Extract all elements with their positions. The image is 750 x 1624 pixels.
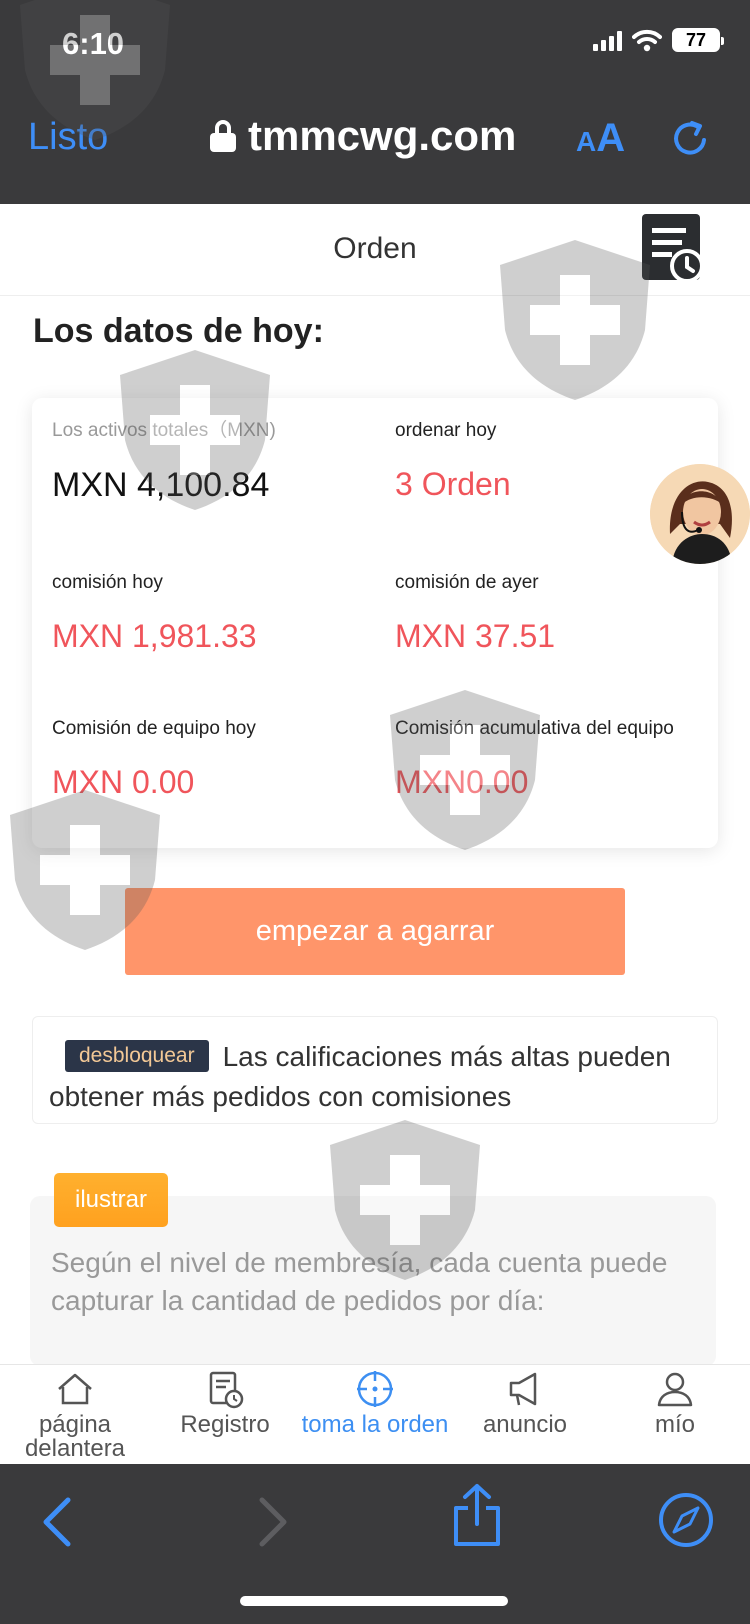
forward-icon[interactable] bbox=[252, 1494, 292, 1550]
unlock-notice-body: desbloquear Las calificaciones más altas … bbox=[49, 1037, 701, 1117]
stat-value: 3 Orden bbox=[395, 466, 511, 502]
tab-label: Registro bbox=[180, 1411, 270, 1438]
tab-record[interactable]: Registro bbox=[150, 1365, 300, 1464]
stats-card: Los activos totales（MXN) MXN 4,100.84 or… bbox=[32, 398, 718, 848]
stat-commission-yesterday: comisión de ayer MXN 37.51 bbox=[395, 570, 555, 655]
done-button[interactable]: Listo bbox=[28, 116, 108, 159]
unlock-notice: desbloquear Las calificaciones más altas … bbox=[32, 1016, 718, 1124]
tab-take-order[interactable]: toma la orden bbox=[300, 1365, 450, 1464]
battery-icon: 77 bbox=[672, 28, 724, 52]
order-history-icon[interactable] bbox=[642, 214, 704, 284]
user-icon bbox=[657, 1372, 693, 1407]
start-grabbing-button[interactable]: empezar a agarrar bbox=[125, 888, 625, 975]
unlock-badge[interactable]: desbloquear bbox=[65, 1040, 209, 1072]
url-bar[interactable]: tmmcwg.com bbox=[210, 112, 516, 160]
stat-orders-today: ordenar hoy 3 Orden bbox=[395, 418, 511, 503]
wifi-icon bbox=[632, 29, 662, 52]
crosshair-icon bbox=[357, 1371, 393, 1407]
tab-label: toma la orden bbox=[301, 1411, 449, 1438]
bottom-tab-bar: página delantera Registro toma la orden … bbox=[0, 1364, 750, 1464]
compass-icon[interactable] bbox=[656, 1490, 716, 1550]
status-icons: 77 bbox=[593, 28, 724, 52]
share-icon[interactable] bbox=[450, 1482, 504, 1548]
tab-mine[interactable]: mío bbox=[600, 1365, 750, 1464]
stat-value: MXN 4,100.84 bbox=[52, 466, 270, 504]
stat-value: MXN 37.51 bbox=[395, 618, 556, 654]
stat-label: Comisión de equipo hoy bbox=[52, 718, 256, 739]
reload-icon[interactable] bbox=[668, 116, 712, 160]
status-time: 6:10 bbox=[62, 26, 125, 61]
section-title: Los datos de hoy: bbox=[33, 312, 324, 350]
illustrate-badge: ilustrar bbox=[54, 1173, 168, 1227]
back-icon[interactable] bbox=[38, 1494, 78, 1550]
lock-icon bbox=[210, 120, 236, 152]
home-icon bbox=[58, 1373, 92, 1405]
url-text: tmmcwg.com bbox=[248, 112, 517, 159]
page-title: Orden bbox=[333, 232, 417, 265]
cellular-signal-icon bbox=[593, 29, 622, 51]
stat-label: Comisión acumulativa del equipo bbox=[395, 718, 674, 739]
stat-label: comisión de ayer bbox=[395, 572, 539, 593]
stat-value: MXN 0.00 bbox=[52, 764, 195, 800]
text-size-button[interactable]: AA bbox=[576, 116, 625, 161]
customer-service-avatar[interactable] bbox=[650, 464, 750, 564]
stat-label: ordenar hoy bbox=[395, 420, 497, 441]
illustrate-text: Según el nivel de membresía, cada cuenta… bbox=[51, 1247, 668, 1316]
record-icon bbox=[209, 1371, 244, 1409]
tab-label: mío bbox=[654, 1411, 695, 1438]
stat-label: comisión hoy bbox=[52, 572, 163, 593]
stat-commission-today: comisión hoy MXN 1,981.33 bbox=[52, 570, 257, 655]
stat-team-commission-today: Comisión de equipo hoy MXN 0.00 bbox=[52, 716, 256, 801]
stat-total-assets: Los activos totales（MXN) MXN 4,100.84 bbox=[52, 418, 276, 505]
stat-label: Los activos totales（MXN) bbox=[52, 420, 276, 441]
tab-label: página delantera bbox=[24, 1411, 126, 1462]
tab-announcement[interactable]: anuncio bbox=[450, 1365, 600, 1464]
megaphone-icon bbox=[509, 1372, 537, 1406]
home-indicator[interactable] bbox=[240, 1596, 508, 1606]
tab-label: anuncio bbox=[482, 1411, 568, 1438]
stat-value: MXN 1,981.33 bbox=[52, 618, 257, 654]
page-header: Orden bbox=[0, 204, 750, 296]
stat-value: MXN0.00 bbox=[395, 764, 529, 800]
browser-top-bar: 6:10 77 Listo tmmcwg.com AA bbox=[0, 0, 750, 204]
tab-home[interactable]: página delantera bbox=[0, 1365, 150, 1464]
stat-team-commission-cumulative: Comisión acumulativa del equipo MXN0.00 bbox=[395, 716, 695, 801]
